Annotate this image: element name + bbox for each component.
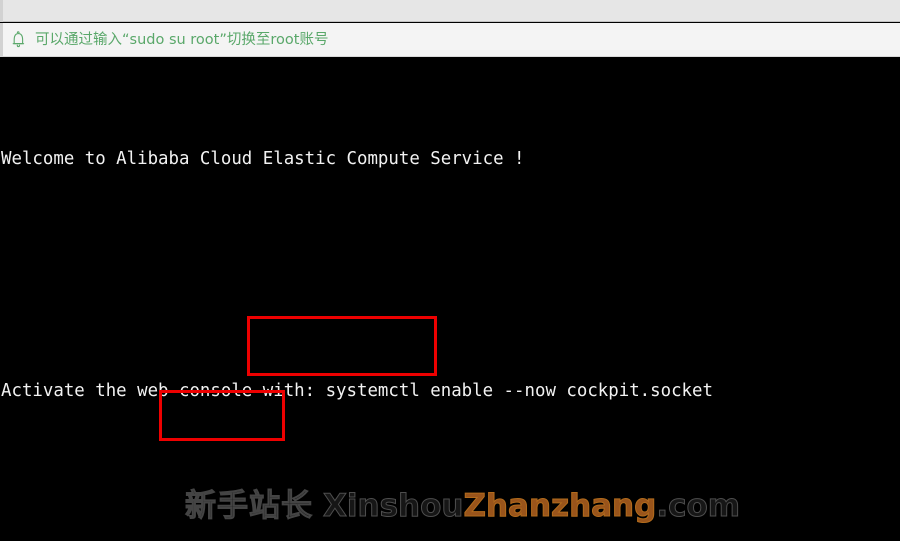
notification-bar[interactable]: 可以通过输入“sudo su root”切换至root账号	[0, 23, 900, 57]
terminal-output[interactable]: Welcome to Alibaba Cloud Elastic Compute…	[0, 58, 900, 541]
terminal-line-welcome: Welcome to Alibaba Cloud Elastic Compute…	[1, 149, 525, 169]
notification-message: 可以通过输入“sudo su root”切换至root账号	[35, 31, 329, 48]
screen-root: 可以通过输入“sudo su root”切换至root账号 Welcome to…	[0, 0, 900, 541]
notification-left-edge	[0, 23, 3, 56]
terminal-line-blank-1	[0, 261, 900, 290]
terminal-lines: Welcome to Alibaba Cloud Elastic Compute…	[0, 58, 900, 541]
terminal-line-activate-console: Activate the web console with: systemctl…	[1, 381, 713, 401]
window-chrome-bar	[0, 0, 900, 22]
chrome-left-edge	[0, 0, 3, 22]
terminal-line-blank-2	[0, 493, 900, 522]
bell-icon	[10, 31, 28, 49]
